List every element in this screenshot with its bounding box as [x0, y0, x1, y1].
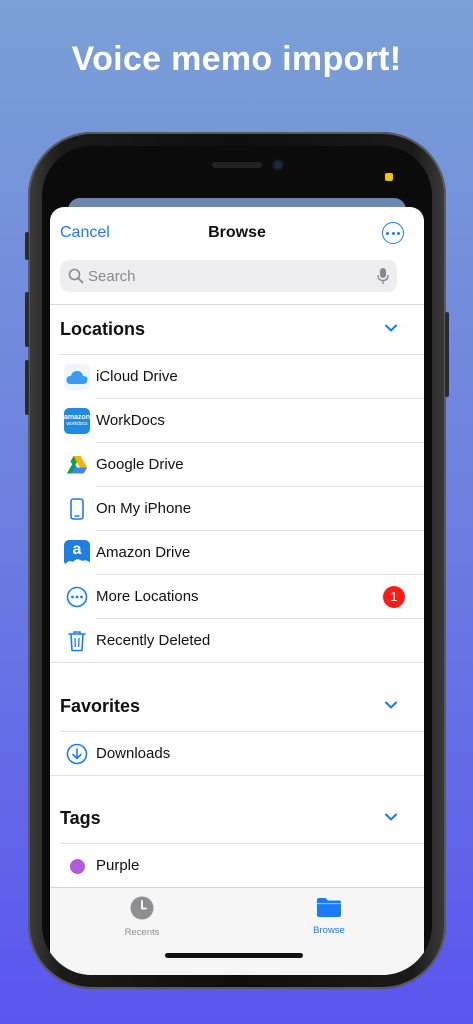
- chevron-down-icon[interactable]: [385, 701, 397, 709]
- location-row-recently-deleted[interactable]: Recently Deleted: [50, 619, 424, 663]
- divider: [50, 775, 424, 776]
- browse-sheet: Cancel Browse Locations: [50, 207, 424, 975]
- location-label: Amazon Drive: [96, 544, 191, 561]
- tab-bar: Recents Browse: [50, 887, 424, 975]
- tag-color-dot: [64, 853, 90, 879]
- location-row-workdocs[interactable]: amazon workdocs WorkDocs: [50, 399, 424, 443]
- more-options-icon[interactable]: [382, 222, 404, 244]
- google-drive-icon: [64, 452, 90, 478]
- tab-browse[interactable]: Browse: [289, 896, 369, 936]
- favorite-label: Downloads: [96, 745, 171, 762]
- volume-up-button: [25, 292, 29, 347]
- location-label: iCloud Drive: [96, 368, 178, 385]
- phone-screen: Cancel Browse Locations: [42, 146, 432, 975]
- section-title: Favorites: [60, 696, 141, 716]
- folder-icon: [317, 898, 341, 917]
- locations-header[interactable]: Locations: [60, 315, 415, 345]
- clock-icon: [130, 896, 154, 920]
- chevron-down-icon[interactable]: [385, 324, 397, 332]
- section-title: Locations: [60, 319, 146, 339]
- tag-row-purple[interactable]: Purple: [50, 844, 424, 888]
- microphone-icon[interactable]: [377, 267, 389, 285]
- iphone-icon: [64, 496, 90, 522]
- front-camera: [272, 159, 284, 171]
- location-label: More Locations: [96, 588, 199, 605]
- location-row-on-my-iphone[interactable]: On My iPhone: [50, 487, 424, 531]
- tag-label: Purple: [96, 857, 140, 874]
- icloud-icon: [64, 364, 90, 390]
- notification-badge: 1: [383, 586, 405, 608]
- tab-recents[interactable]: Recents: [102, 896, 182, 938]
- location-label: WorkDocs: [96, 412, 165, 429]
- download-circle-icon: [64, 741, 90, 767]
- earpiece-speaker: [212, 162, 262, 168]
- location-row-amazon-drive[interactable]: a Amazon Drive: [50, 531, 424, 575]
- trash-icon: [64, 628, 90, 654]
- power-button: [445, 312, 449, 397]
- silent-switch: [25, 232, 29, 260]
- location-row-google-drive[interactable]: Google Drive: [50, 443, 424, 487]
- location-row-icloud[interactable]: iCloud Drive: [50, 355, 424, 399]
- search-input[interactable]: [88, 260, 348, 292]
- navigation-bar: Cancel Browse: [50, 207, 424, 259]
- phone-frame: Cancel Browse Locations: [25, 132, 449, 989]
- tags-header[interactable]: Tags: [60, 804, 415, 834]
- workdocs-icon: amazon workdocs: [64, 408, 90, 434]
- tab-label: Browse: [313, 925, 345, 936]
- home-indicator[interactable]: [165, 953, 303, 958]
- location-label: Google Drive: [96, 456, 184, 473]
- favorites-header[interactable]: Favorites: [60, 692, 415, 722]
- tab-label: Recents: [124, 927, 160, 938]
- status-indicator: [385, 173, 393, 181]
- location-row-more-locations[interactable]: More Locations 1: [50, 575, 424, 619]
- ellipsis-circle-icon: [64, 584, 90, 610]
- search-bar[interactable]: [60, 260, 397, 292]
- volume-down-button: [25, 360, 29, 415]
- chevron-down-icon[interactable]: [385, 813, 397, 821]
- section-title: Tags: [60, 808, 101, 828]
- divider: [50, 304, 424, 305]
- amazon-drive-icon: a: [64, 540, 90, 566]
- promo-headline: Voice memo import!: [71, 40, 402, 78]
- location-label: Recently Deleted: [96, 632, 211, 649]
- search-icon: [68, 268, 84, 284]
- favorite-row-downloads[interactable]: Downloads: [50, 732, 424, 776]
- location-label: On My iPhone: [96, 500, 192, 517]
- nav-title: Browse: [208, 224, 266, 241]
- divider: [50, 662, 424, 663]
